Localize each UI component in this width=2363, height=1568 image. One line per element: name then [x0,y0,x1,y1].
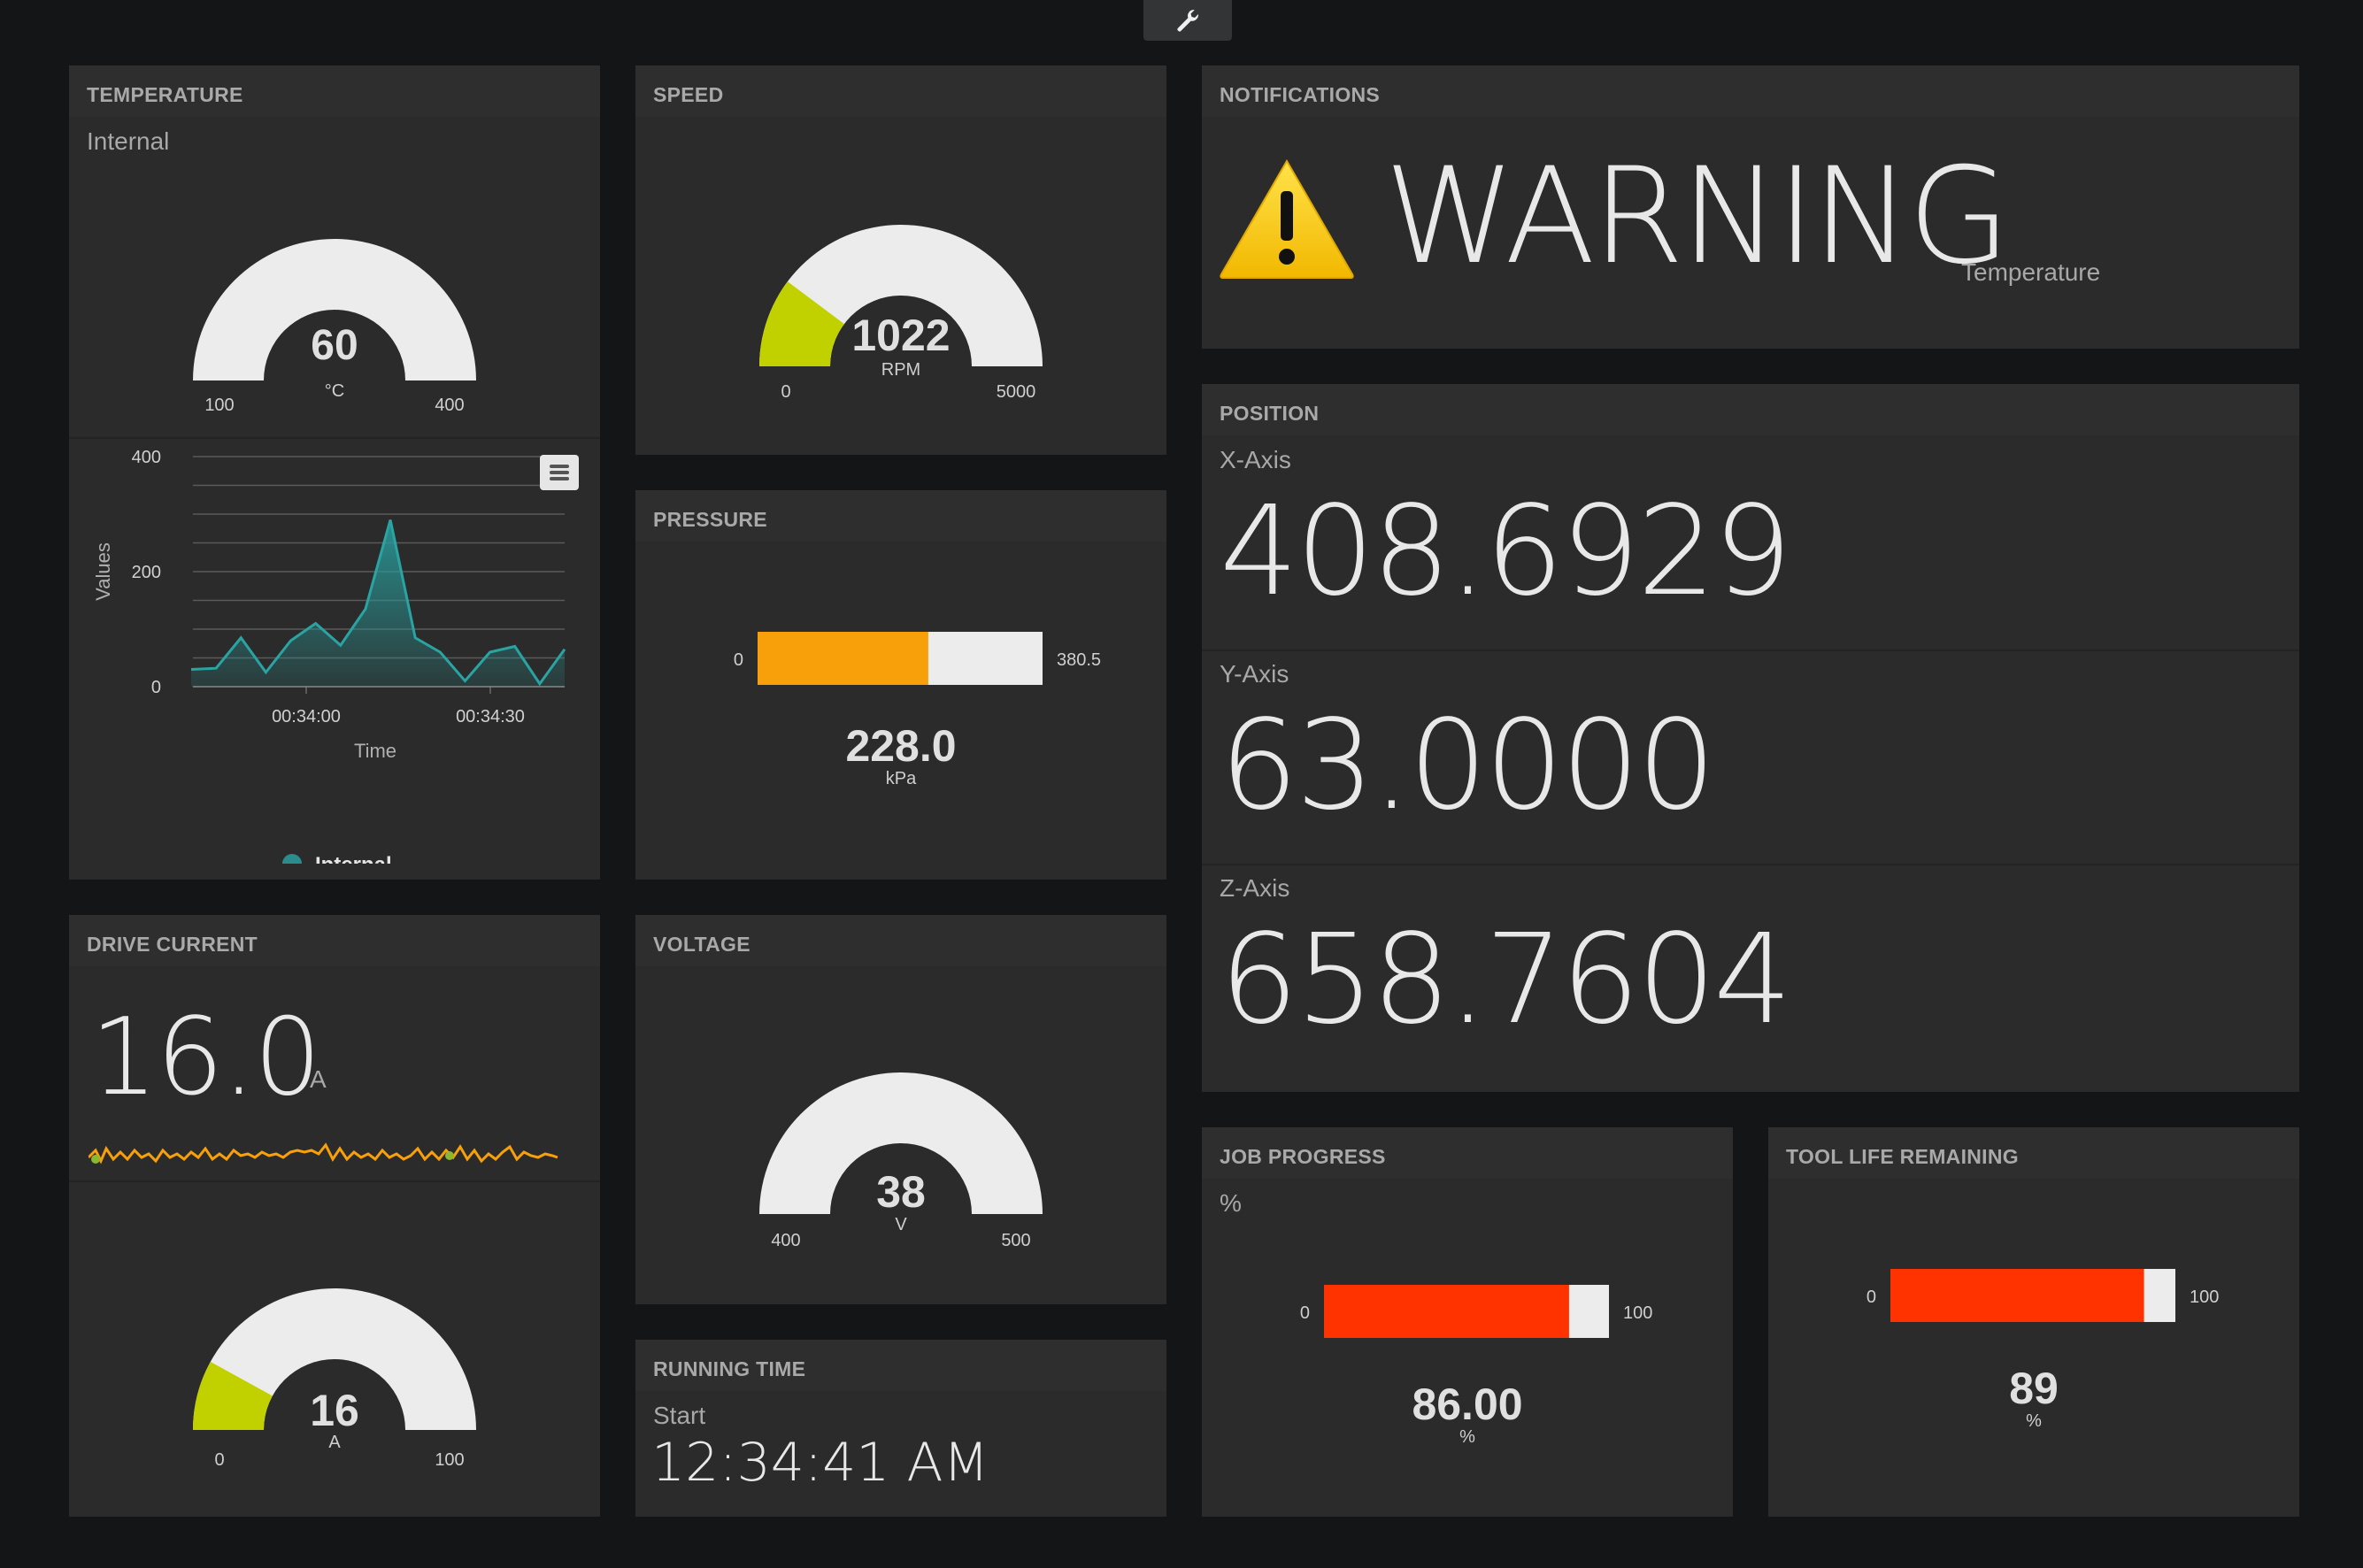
temperature-panel: TEMPERATURE Internal 60 °C 100 400 0 200 4… [69,65,600,880]
bar-max: 100 [2190,1287,2219,1307]
bar-min: 0 [1300,1303,1310,1323]
z-axis-label: Z-Axis [1220,874,1290,902]
warning-message: WARNING [1384,140,2011,294]
drive-current-panel: DRIVE CURRENT 16.0 A 16 A 0 100 [69,915,600,1517]
gauge-min: 0 [781,382,790,402]
position-panel: POSITION X-Axis 408.6929 Y-Axis 63.0000 … [1202,384,2299,1092]
x-axis-value: 408.6929 [1220,480,1792,624]
job-progress-bar-gauge: 0 100 86.00 % [1300,1285,1652,1447]
panel-title: RUNNING TIME [653,1357,806,1380]
drive-current-value: 16.0 [90,996,321,1119]
y-axis-label: Y-Axis [1220,660,1289,688]
bar-max: 380.5 [1057,650,1101,670]
speed-panel: SPEED 1022 RPM 0 5000 [635,65,1166,455]
series-area [191,519,565,687]
gauge-max: 5000 [997,382,1036,402]
bar-value: 228.0 [845,721,956,771]
hamburger-menu-icon [550,465,569,480]
x-axis-title: Time [354,740,396,762]
y-tick-label: 400 [132,448,161,467]
settings-button[interactable] [1143,0,1232,41]
voltage-gauge: 38 V 400 500 [759,1072,1043,1250]
gauge-max: 500 [1001,1231,1030,1250]
panel-title: VOLTAGE [653,933,750,956]
running-time-panel: RUNNING TIME Start 12:34:41 AM [635,1340,1166,1517]
notifications-panel: NOTIFICATIONS WARNING Temperature [1202,65,2299,349]
bar-unit: % [1459,1427,1475,1447]
y-axis-title: Values [92,542,114,601]
panel-title: JOB PROGRESS [1220,1145,1386,1168]
temperature-subtitle: Internal [87,127,170,155]
wrench-icon [1177,10,1199,32]
bar-fill [1324,1285,1569,1338]
bar-fill [758,632,928,685]
speed-gauge: 1022 RPM 0 5000 [759,225,1043,402]
gauge-value: 1022 [851,311,950,360]
y-tick-label: 200 [132,563,161,582]
drive-current-sparkline [89,1142,558,1164]
panel-title: POSITION [1220,402,1320,425]
panel-title: PRESSURE [653,508,767,531]
panel-title: TEMPERATURE [87,83,243,106]
gauge-unit: V [895,1215,907,1234]
bar-min: 0 [734,650,743,670]
panel-title: DRIVE CURRENT [87,933,258,956]
gauge-unit: °C [325,381,344,401]
job-progress-panel: JOB PROGRESS % 0 100 86.00 % [1202,1127,1733,1517]
y-axis-value: 63.0000 [1220,694,1716,838]
tool-life-bar-gauge: 0 100 89 % [1867,1269,2219,1431]
chart-menu-button[interactable] [540,455,579,490]
running-time-label: Start [653,1402,706,1429]
gauge-min: 0 [214,1450,224,1470]
gauge-value: 60 [311,322,358,369]
bar-unit: % [2026,1411,2042,1431]
pressure-panel: PRESSURE 0 380.5 228.0 kPa [635,490,1166,880]
job-progress-subtitle: % [1220,1189,1242,1217]
panel-title: SPEED [653,83,724,106]
gauge-value: 16 [310,1386,359,1435]
warning-icon [1220,159,1354,279]
z-axis-value: 658.7604 [1220,908,1792,1052]
gauge-min: 400 [771,1231,800,1250]
bar-value: 89 [2009,1364,2059,1413]
temperature-chart: 0 200 400 00:34:00 00:34:30 Time Values Interna… [92,448,566,864]
bar-value: 86.00 [1412,1380,1522,1429]
x-tick-label: 00:34:30 [456,707,525,726]
legend-marker [282,854,302,864]
voltage-panel: VOLTAGE 38 V 400 500 [635,915,1166,1304]
drive-current-gauge: 16 A 0 100 [193,1288,476,1470]
bar-unit: kPa [886,769,917,788]
running-time-value: 12:34:41 AM [651,1432,989,1494]
gauge-max: 100 [435,1450,464,1470]
legend-label: Internal [315,853,392,864]
gauge-value: 38 [876,1167,926,1217]
gauge-unit: A [328,1433,341,1452]
drive-current-unit: A [310,1065,327,1093]
bar-min: 0 [1867,1287,1876,1307]
gauge-max: 400 [435,396,464,415]
tool-life-panel: TOOL LIFE REMAINING 0 100 89 % [1768,1127,2299,1517]
gauge-unit: RPM [881,360,920,380]
x-axis-label: X-Axis [1220,446,1291,473]
bar-max: 100 [1623,1303,1652,1323]
panel-title: NOTIFICATIONS [1220,83,1381,106]
x-tick-label: 00:34:00 [272,707,341,726]
pressure-bar-gauge: 0 380.5 228.0 kPa [734,632,1101,788]
y-tick-label: 0 [151,678,161,697]
warning-detail: Temperature [1961,258,2101,286]
gauge-min: 100 [204,396,234,415]
panel-title: TOOL LIFE REMAINING [1786,1145,2019,1168]
bar-fill [1890,1269,2144,1322]
